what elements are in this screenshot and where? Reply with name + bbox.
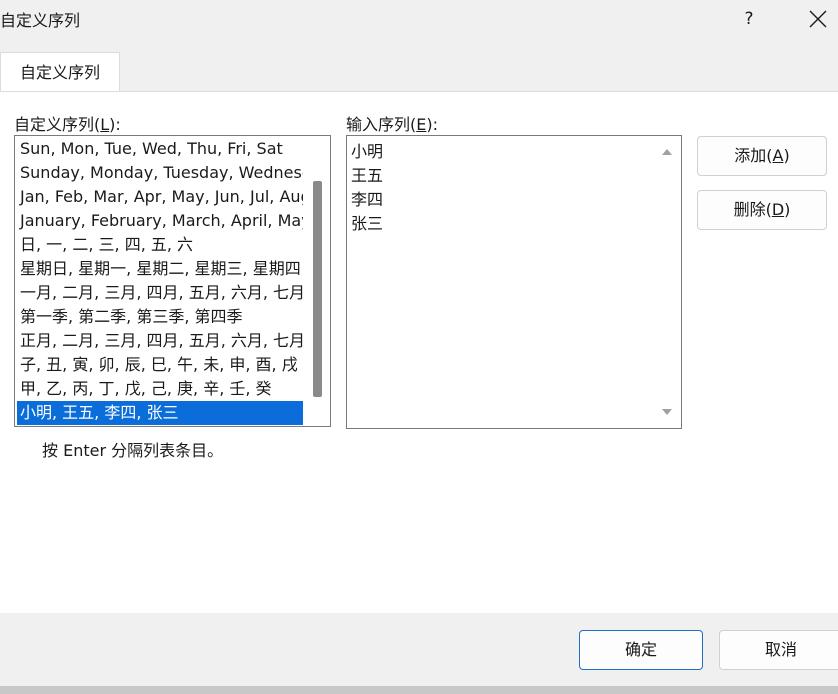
list-item[interactable]: 子, 丑, 寅, 卯, 辰, 巳, 午, 未, 申, 酉, 戌	[17, 353, 303, 377]
tab-panel: 自定义序列(L): Sun, Mon, Tue, Wed, Thu, Fri, …	[0, 91, 838, 613]
input-line: 李四	[351, 190, 384, 209]
add-button-label: 添加(	[734, 146, 773, 165]
input-line: 王五	[351, 166, 384, 185]
list-item[interactable]: Jan, Feb, Mar, Apr, May, Jun, Jul, Aug	[17, 185, 303, 209]
close-button[interactable]	[800, 4, 836, 34]
input-line: 张三	[351, 214, 384, 233]
add-button-suffix: )	[783, 146, 790, 165]
input-list-label: 输入序列(E):	[346, 111, 438, 135]
custom-lists-label: 自定义序列(L):	[14, 111, 121, 135]
add-button-accel: A	[772, 146, 784, 165]
listbox-scroll-thumb[interactable]	[313, 181, 322, 397]
custom-lists-label-text: 自定义序列(	[14, 115, 101, 134]
delete-button-suffix: )	[784, 200, 791, 219]
list-item[interactable]: Sun, Mon, Tue, Wed, Thu, Fri, Sat	[17, 137, 303, 161]
list-item[interactable]: 正月, 二月, 三月, 四月, 五月, 六月, 七月	[17, 329, 303, 353]
input-line: 小明	[351, 142, 384, 161]
help-button[interactable]: ?	[732, 4, 766, 34]
delete-button-label: 删除(	[733, 200, 772, 219]
input-list-label-suffix: ):	[426, 115, 438, 134]
input-list-textarea[interactable]: 小明 王五 李四 张三	[346, 135, 682, 429]
list-item[interactable]: 一月, 二月, 三月, 四月, 五月, 六月, 七月	[17, 281, 303, 305]
scroll-down-arrow-icon[interactable]	[660, 404, 674, 418]
list-item-selected[interactable]: 小明, 王五, 李四, 张三	[17, 401, 303, 425]
cancel-button[interactable]: 取消	[719, 630, 838, 670]
custom-lists-dialog: 自定义序列 ? 自定义序列 自定义序列(L): Sun, Mon, Tue, W…	[0, 0, 838, 694]
close-icon	[809, 10, 827, 28]
dialog-footer: 确定 取消	[0, 613, 838, 686]
tab-strip: 自定义序列	[0, 40, 838, 92]
ok-button[interactable]: 确定	[579, 630, 703, 670]
listbox-scrollbar[interactable]	[309, 137, 327, 425]
custom-lists-label-accel: L	[100, 115, 110, 134]
input-list-label-accel: E	[416, 115, 427, 134]
background-strip	[0, 686, 838, 694]
enter-separator-hint: 按 Enter 分隔列表条目。	[42, 441, 224, 460]
custom-lists-listbox[interactable]: Sun, Mon, Tue, Wed, Thu, Fri, Sat Sunday…	[14, 135, 331, 427]
delete-button[interactable]: 删除(D)	[697, 190, 827, 230]
list-item[interactable]: January, February, March, April, May	[17, 209, 303, 233]
list-item[interactable]: 第一季, 第二季, 第三季, 第四季	[17, 305, 303, 329]
list-item[interactable]: 甲, 乙, 丙, 丁, 戊, 己, 庚, 辛, 壬, 癸	[17, 377, 303, 401]
scroll-up-arrow-icon[interactable]	[660, 144, 674, 158]
dialog-title: 自定义序列	[0, 11, 81, 30]
list-item[interactable]: 日, 一, 二, 三, 四, 五, 六	[17, 233, 303, 257]
custom-lists-label-suffix: ):	[109, 115, 121, 134]
title-bar: 自定义序列 ?	[0, 0, 838, 40]
delete-button-accel: D	[771, 200, 785, 219]
add-button[interactable]: 添加(A)	[697, 136, 827, 176]
tab-custom-lists[interactable]: 自定义序列	[0, 52, 120, 92]
list-item[interactable]: 星期日, 星期一, 星期二, 星期三, 星期四	[17, 257, 303, 281]
input-list-label-text: 输入序列(	[346, 115, 417, 134]
list-item[interactable]: Sunday, Monday, Tuesday, Wednesday	[17, 161, 303, 185]
